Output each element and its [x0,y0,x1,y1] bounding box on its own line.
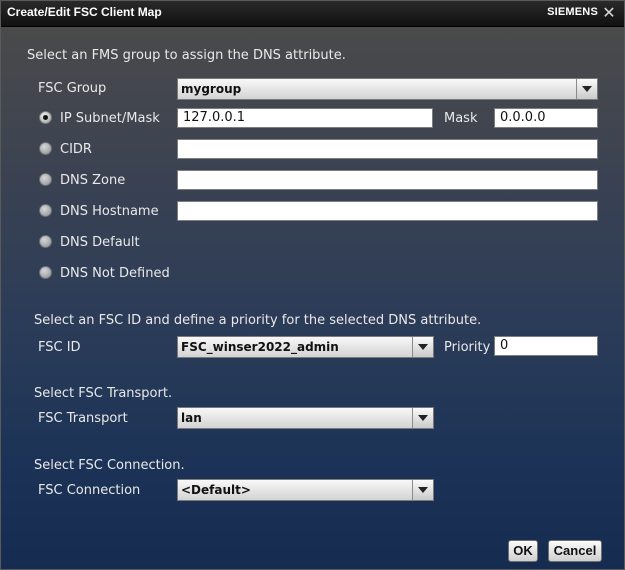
mask-label: Mask [444,111,478,126]
fsc-connection-select[interactable]: <Default> [177,479,434,501]
fsc-id-label: FSC ID [38,340,81,355]
priority-input[interactable]: 0 [494,336,598,356]
fsc-group-label: FSC Group [38,81,107,96]
chevron-down-icon[interactable] [412,337,433,357]
dns-default-label: DNS Default [60,235,140,250]
ip-subnet-input[interactable]: 127.0.0.1 [177,108,433,128]
fsc-connection-value: <Default> [181,483,251,497]
dns-zone-label: DNS Zone [60,173,126,188]
fsc-connection-label: FSC Connection [38,483,141,498]
fsc-group-value: mygroup [181,82,242,96]
close-icon[interactable]: ✕ [601,3,617,23]
priority-label: Priority [444,340,491,355]
ip-subnet-label: IP Subnet/Mask [60,111,160,126]
ok-button[interactable]: OK [508,540,538,562]
fsc-id-select[interactable]: FSC_winser2022_admin [177,336,434,358]
chevron-down-icon[interactable] [412,408,433,428]
cidr-radio[interactable] [39,142,52,155]
dns-default-radio[interactable] [39,235,52,248]
cidr-label: CIDR [60,142,92,157]
dns-not-defined-label: DNS Not Defined [60,266,170,281]
connection-heading: Select FSC Connection. [34,458,185,473]
dialog-title: Create/Edit FSC Client Map [7,5,162,19]
title-bar[interactable]: Create/Edit FSC Client Map SIEMENS ✕ [1,1,624,27]
fsc-group-select[interactable]: mygroup [177,78,598,100]
chevron-down-icon[interactable] [412,480,433,500]
brand-label: SIEMENS [547,6,598,18]
intro-text: Select an FMS group to assign the DNS at… [27,48,346,63]
cancel-button[interactable]: Cancel [548,540,602,562]
fsc-transport-label: FSC Transport [38,411,128,426]
fsc-id-value: FSC_winser2022_admin [181,340,339,354]
dns-zone-input[interactable] [177,170,598,190]
fsc-transport-value: lan [181,411,202,425]
ip-subnet-radio[interactable] [39,111,52,124]
dns-not-defined-radio[interactable] [39,266,52,279]
dns-zone-radio[interactable] [39,173,52,186]
mask-input[interactable]: 0.0.0.0 [494,108,598,128]
fsc-transport-select[interactable]: lan [177,407,434,429]
transport-heading: Select FSC Transport. [34,386,173,401]
chevron-down-icon[interactable] [576,79,597,99]
dns-hostname-input[interactable] [177,201,598,221]
fsc-id-heading: Select an FSC ID and define a priority f… [34,313,482,328]
dialog-window: Create/Edit FSC Client Map SIEMENS ✕ Sel… [0,0,625,570]
dns-hostname-label: DNS Hostname [60,204,159,219]
cidr-input[interactable] [177,139,598,159]
dialog-content: Select an FMS group to assign the DNS at… [1,27,624,569]
dns-hostname-radio[interactable] [39,204,52,217]
